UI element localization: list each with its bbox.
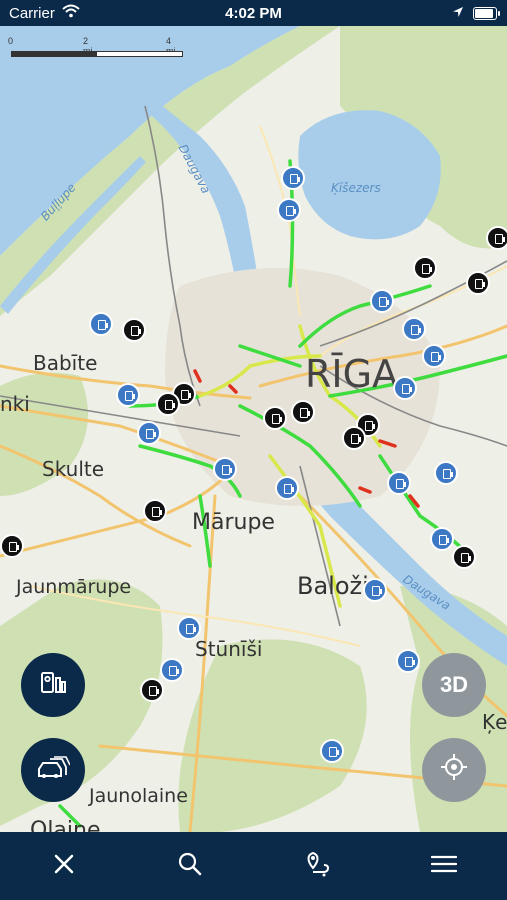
place-marupe: Mārupe bbox=[192, 510, 275, 535]
speed-camera-marker[interactable] bbox=[452, 545, 476, 569]
crosshair-icon bbox=[439, 752, 469, 788]
close-button[interactable] bbox=[34, 832, 94, 900]
route-pin-icon bbox=[303, 850, 331, 883]
route-button[interactable] bbox=[287, 832, 347, 900]
speed-camera-marker[interactable] bbox=[486, 226, 507, 250]
3d-label: 3D bbox=[439, 672, 469, 697]
speed-camera-marker[interactable] bbox=[434, 461, 458, 485]
speed-camera-marker[interactable] bbox=[291, 400, 315, 424]
scale-tick-0: 0 bbox=[8, 36, 14, 46]
speed-camera-marker[interactable] bbox=[342, 426, 366, 450]
status-bar: Carrier 4:02 PM bbox=[0, 0, 507, 26]
speed-camera-marker[interactable] bbox=[413, 256, 437, 280]
search-icon bbox=[177, 851, 203, 882]
speed-camera-marker[interactable] bbox=[116, 383, 140, 407]
speed-camera-marker[interactable] bbox=[137, 421, 161, 445]
place-stunisi: Stūnīši bbox=[195, 637, 263, 661]
3d-toggle-button[interactable]: 3D bbox=[422, 653, 486, 717]
speed-camera-marker[interactable] bbox=[140, 678, 164, 702]
speed-camera-marker[interactable] bbox=[402, 317, 426, 341]
speed-camera-marker[interactable] bbox=[422, 344, 446, 368]
speed-camera-marker[interactable] bbox=[0, 534, 24, 558]
place-nki: nki bbox=[0, 392, 30, 416]
close-icon bbox=[53, 853, 75, 880]
speed-camera-marker[interactable] bbox=[281, 166, 305, 190]
place-riga: RĪGA bbox=[305, 352, 399, 396]
speed-camera-marker[interactable] bbox=[363, 578, 387, 602]
speed-camera-marker[interactable] bbox=[387, 471, 411, 495]
speed-camera-marker[interactable] bbox=[156, 392, 180, 416]
speed-camera-marker[interactable] bbox=[396, 649, 420, 673]
speed-camera-button[interactable] bbox=[21, 653, 85, 717]
map-view[interactable]: Daugava Buļļupe Ķīšezers Daugava RĪGA Ba… bbox=[0, 26, 507, 843]
location-arrow-icon bbox=[452, 5, 464, 22]
speed-camera-marker[interactable] bbox=[213, 457, 237, 481]
speed-camera-marker[interactable] bbox=[143, 499, 167, 523]
locate-me-button[interactable] bbox=[422, 738, 486, 802]
speed-camera-marker[interactable] bbox=[277, 198, 301, 222]
battery-icon bbox=[473, 7, 500, 20]
speed-camera-marker[interactable] bbox=[160, 658, 184, 682]
speed-camera-marker[interactable] bbox=[263, 406, 287, 430]
speed-camera-marker[interactable] bbox=[320, 739, 344, 763]
scale-bar bbox=[11, 51, 183, 57]
clock: 4:02 PM bbox=[225, 5, 282, 22]
speed-camera-marker[interactable] bbox=[122, 318, 146, 342]
bottom-toolbar bbox=[0, 832, 507, 900]
place-balozi: Baloži bbox=[297, 572, 369, 600]
kisezers-label: Ķīšezers bbox=[331, 181, 381, 195]
place-skulte: Skulte bbox=[42, 457, 105, 481]
speed-camera-marker[interactable] bbox=[430, 527, 454, 551]
place-ke: Ķe bbox=[482, 710, 507, 734]
speed-camera-marker[interactable] bbox=[89, 312, 113, 336]
menu-icon bbox=[430, 854, 458, 879]
cars-icon bbox=[36, 755, 71, 786]
map-canvas bbox=[0, 26, 507, 834]
speed-camera-marker[interactable] bbox=[393, 376, 417, 400]
speed-camera-marker[interactable] bbox=[370, 289, 394, 313]
speed-camera-marker[interactable] bbox=[177, 616, 201, 640]
speed-camera-marker[interactable] bbox=[466, 271, 490, 295]
place-babite: Babīte bbox=[33, 351, 98, 375]
menu-button[interactable] bbox=[414, 832, 474, 900]
place-jaunmarupe: Jaunmārupe bbox=[16, 576, 132, 598]
speed-camera-marker[interactable] bbox=[275, 476, 299, 500]
search-button[interactable] bbox=[160, 832, 220, 900]
place-jaunolaine: Jaunolaine bbox=[89, 785, 188, 807]
traffic-button[interactable] bbox=[21, 738, 85, 802]
speed-camera-icon bbox=[38, 670, 68, 701]
